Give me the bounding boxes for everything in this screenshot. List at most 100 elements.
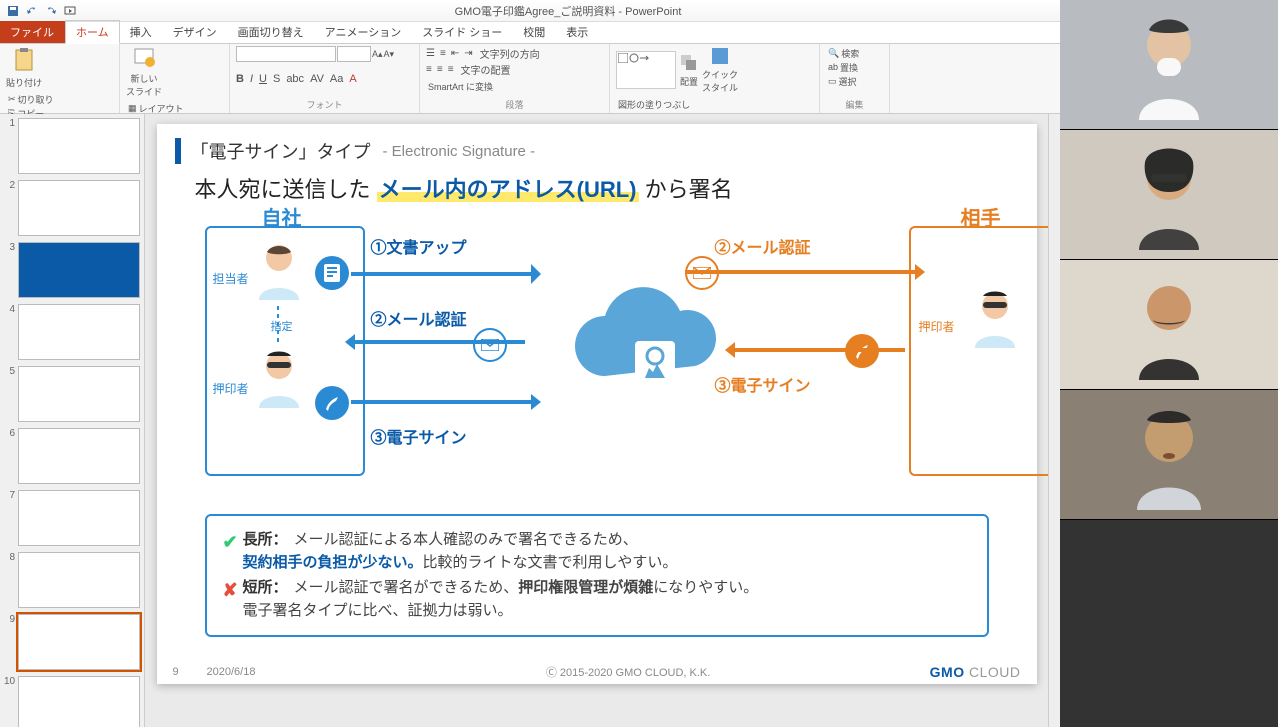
save-icon[interactable] [4,3,22,19]
tab-animations[interactable]: アニメーション [315,21,413,43]
bold-button[interactable]: B [236,73,244,85]
italic-button[interactable]: I [250,73,253,85]
thumb-8[interactable]: 8 [4,552,140,608]
slide-thumbnails-panel[interactable]: 1 2 3 4 5 6 7 8 9 10 [0,114,145,727]
group-label: 編集 [826,96,883,111]
cut-button[interactable]: ✂ 切り取り [6,92,116,106]
self-label: 自社 [262,202,302,231]
title-en: - Electronic Signature - [383,143,536,160]
indent-dec-icon[interactable]: ⇤ [451,48,459,59]
dashed-line [277,306,279,342]
layout-button[interactable]: ▦ レイアウト [126,101,186,115]
redo-icon[interactable] [42,3,60,19]
align-center-icon[interactable]: ≡ [437,64,443,75]
sign-icon-self [315,386,349,420]
brand-logo: GMO CLOUD [930,664,1021,680]
shitei-label: 指定 [271,318,293,334]
new-slide-button[interactable]: 新しい スライド [126,46,162,98]
smartart-button[interactable]: SmartArt に変換 [426,79,495,93]
font-family-combo[interactable] [236,46,336,62]
thumb-2[interactable]: 2 [4,180,140,236]
replace-button[interactable]: ab 置換 [826,60,883,74]
slideshow-start-icon[interactable] [61,3,79,19]
case-button[interactable]: Aa [330,73,343,85]
ribbon-tabs: ファイル ホーム 挿入 デザイン 画面切り替え アニメーション スライド ショー… [0,22,1060,44]
thumb-1[interactable]: 1 [4,118,140,174]
pros-cons-box: ✔長所：メール認証による本人確認のみで署名できるため、契約相手の負担が少ない。比… [205,514,989,637]
step3-label: ③電子サイン [371,424,467,448]
text-direction-button[interactable]: 文字列の方向 [478,46,542,60]
thumb-4[interactable]: 4 [4,304,140,360]
find-button[interactable]: 🔍 検索 [826,46,883,60]
slide-canvas: 「電子サイン」タイプ - Electronic Signature - 本人宛に… [157,124,1037,684]
tab-transitions[interactable]: 画面切り替え [228,21,315,43]
strike-button[interactable]: S [273,73,280,85]
slide-footer: 9 2020/6/18 Ⓒ 2015-2020 GMO CLOUD, K.K. … [157,664,1037,680]
tantou-label: 担当者 [213,270,249,287]
underline-button[interactable]: U [259,73,267,85]
shapes-gallery[interactable] [616,51,676,89]
arrow-mail-auth-other [685,264,945,288]
thumb-5[interactable]: 5 [4,366,140,422]
spacing-button[interactable]: AV [310,73,324,85]
arrow-sign-other [705,342,905,366]
tab-insert[interactable]: 挿入 [120,21,163,43]
tab-file[interactable]: ファイル [0,21,65,43]
align-left-icon[interactable]: ≡ [426,64,432,75]
font-size-combo[interactable] [337,46,371,62]
person-ouin-other [965,288,1025,348]
shadow-button[interactable]: abc [286,73,304,85]
thumb-3[interactable]: 3 [4,242,140,298]
undo-icon[interactable] [23,3,41,19]
ribbon-group-clipboard: 貼り付け ✂ 切り取り ⎘ コピー 🖌 書式のコピー/貼り付け クリップボード [0,44,120,113]
step2-label: ②メール認証 [371,306,467,330]
thumb-9[interactable]: 9 [4,614,140,670]
person-ouin-self [249,348,309,408]
step3b-label: ③電子サイン [715,372,811,396]
tab-review[interactable]: 校閲 [513,21,556,43]
ribbon: 貼り付け ✂ 切り取り ⎘ コピー 🖌 書式のコピー/貼り付け クリップボード … [0,44,1060,114]
thumb-6[interactable]: 6 [4,428,140,484]
quick-styles-button[interactable]: クイック スタイル [702,46,738,94]
ouin-label-other: 押印者 [919,318,955,335]
group-label: フォント [236,96,413,111]
quick-access-toolbar: GMO電子印鑑Agree_ご説明資料 - PowerPoint [0,0,1060,22]
step2b-label: ②メール認証 [715,234,811,258]
thumb-10[interactable]: 10 [4,676,140,727]
select-button[interactable]: ▭ 選択 [826,74,883,88]
numbering-icon[interactable]: ≡ [440,48,446,59]
paste-button[interactable]: 貼り付け [6,46,42,89]
video-tile-2[interactable] [1060,130,1278,260]
slide-editor[interactable]: 「電子サイン」タイプ - Electronic Signature - 本人宛に… [145,114,1048,727]
video-tile-1[interactable] [1060,0,1278,130]
diagram: 自社 担当者 指定 押印者 相手 [185,216,1009,496]
ribbon-group-slides: 新しい スライド ▦ レイアウト ↺ リセット ▭ セクション スライド [120,44,230,113]
step1-label: ①文書アップ [371,234,467,258]
arrow-mail-auth-self [325,334,525,358]
grow-font-icon[interactable]: A▴ [372,49,383,60]
workspace: 1 2 3 4 5 6 7 8 9 10 「電子サイン」タイプ - Electr… [0,114,1060,727]
tab-view[interactable]: 表示 [556,21,599,43]
shape-fill-button[interactable]: 図形の塗りつぶし [616,97,692,111]
ribbon-group-editing: 🔍 検索 ab 置換 ▭ 選択 編集 [820,44,890,113]
cross-icon: ✘ [223,577,243,622]
font-color-button[interactable]: A [349,73,356,85]
vertical-scrollbar[interactable] [1048,114,1060,727]
ribbon-group-drawing: 配置 クイック スタイル 図形の塗りつぶし 図形の枠線 図形の効果 図形描画 [610,44,820,113]
video-tile-4[interactable] [1060,390,1278,520]
align-text-button[interactable]: 文字の配置 [459,63,513,77]
window-title: GMO電子印鑑Agree_ご説明資料 - PowerPoint [80,3,1056,19]
shrink-font-icon[interactable]: A▾ [384,49,395,60]
align-right-icon[interactable]: ≡ [448,64,454,75]
tab-slideshow[interactable]: スライド ショー [412,21,513,43]
ribbon-group-font: A▴ A▾ B I U S abc AV Aa A フォント [230,44,420,113]
video-tile-3[interactable] [1060,260,1278,390]
indent-inc-icon[interactable]: ⇥ [464,48,472,59]
tab-home[interactable]: ホーム [65,20,120,44]
bullets-icon[interactable]: ☰ [426,48,435,59]
title-jp: 「電子サイン」タイプ [191,138,371,164]
arrange-button[interactable]: 配置 [679,53,699,88]
arrow-upload [351,264,561,294]
tab-design[interactable]: デザイン [163,21,228,43]
thumb-7[interactable]: 7 [4,490,140,546]
